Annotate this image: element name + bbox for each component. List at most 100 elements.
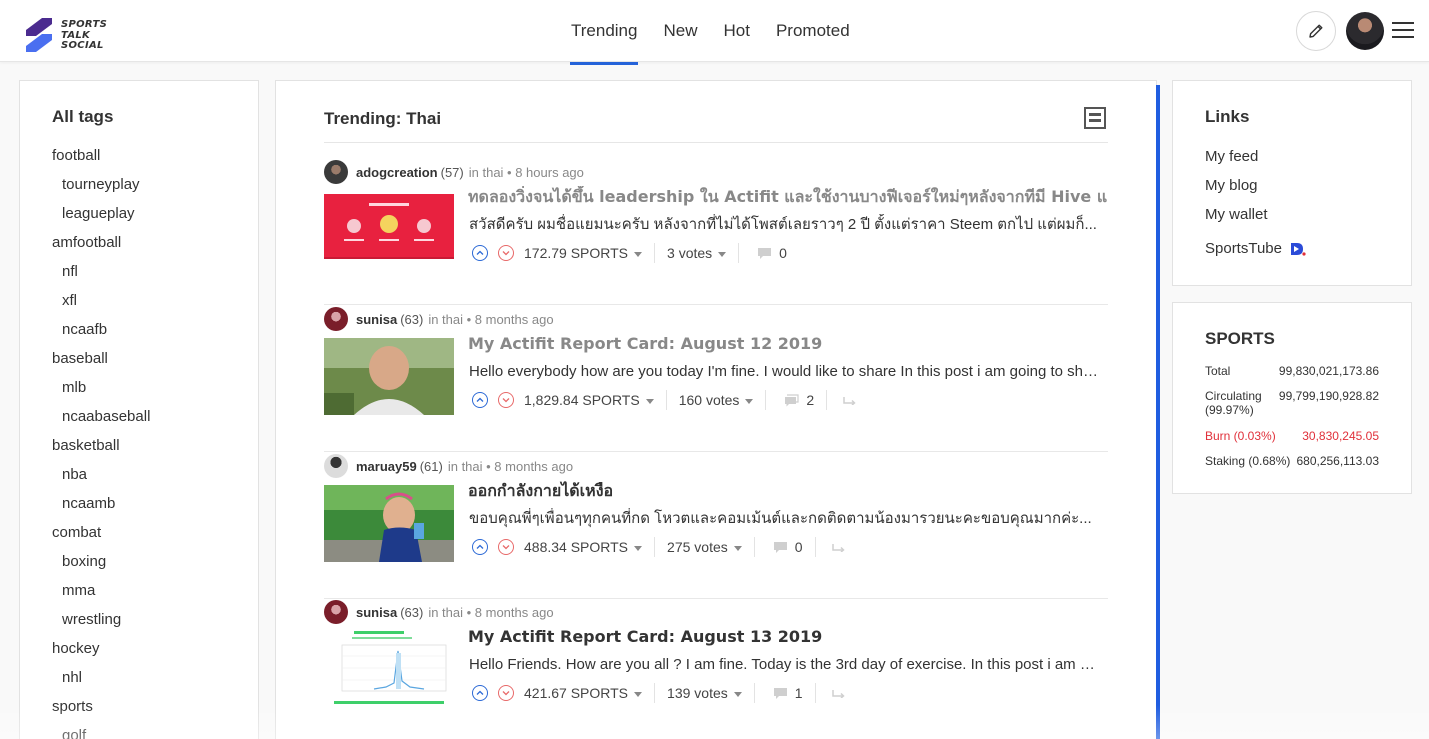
post-title[interactable]: ออกกำลังกายได้เหงือ xyxy=(468,480,1108,502)
tab-new[interactable]: New xyxy=(650,0,710,62)
downvote-button[interactable] xyxy=(498,685,514,701)
comments-count: 0 xyxy=(779,245,787,261)
link-my-wallet[interactable]: My wallet xyxy=(1205,200,1306,229)
tag-baseball[interactable]: baseball xyxy=(52,344,252,373)
caret-down-icon xyxy=(645,398,654,404)
tag-combat[interactable]: combat xyxy=(52,518,252,547)
upvote-button[interactable] xyxy=(472,245,488,261)
tab-trending[interactable]: Trending xyxy=(558,0,650,65)
reblog-button[interactable] xyxy=(843,392,857,408)
author-name[interactable]: maruay59 xyxy=(356,459,417,474)
votes-count: 3 votes xyxy=(667,245,713,261)
votes-dropdown[interactable]: 275 votes xyxy=(667,539,742,555)
tag-mma[interactable]: mma xyxy=(52,576,252,605)
downvote-button[interactable] xyxy=(498,245,514,261)
reblog-icon xyxy=(831,690,845,699)
author-avatar[interactable] xyxy=(324,454,348,478)
link-my-feed[interactable]: My feed xyxy=(1205,142,1306,171)
tag-amfootball[interactable]: amfootball xyxy=(52,228,252,257)
author-avatar[interactable] xyxy=(324,307,348,331)
post-meta[interactable]: in thai • 8 months ago xyxy=(448,459,573,474)
votes-dropdown[interactable]: 139 votes xyxy=(667,685,742,701)
sportstube-logo-icon xyxy=(1291,242,1306,256)
author-avatar[interactable] xyxy=(324,600,348,624)
post-thumbnail[interactable] xyxy=(324,631,454,708)
user-avatar[interactable] xyxy=(1346,12,1384,50)
comment-icon xyxy=(773,541,787,553)
post-header: adogcreation (57) in thai • 8 hours ago xyxy=(324,159,584,185)
thumbnail-activity-chart-image xyxy=(324,631,454,708)
tag-sports[interactable]: sports xyxy=(52,692,252,721)
tag-mlb[interactable]: mlb xyxy=(52,373,252,402)
post-meta[interactable]: in thai • 8 months ago xyxy=(428,312,553,327)
upvote-button[interactable] xyxy=(472,685,488,701)
post-thumbnail[interactable] xyxy=(324,191,454,268)
comments-link[interactable]: 0 xyxy=(773,539,803,555)
payout-dropdown[interactable]: 172.79 SPORTS xyxy=(524,245,643,261)
downvote-button[interactable] xyxy=(498,539,514,555)
site-logo[interactable]: SPORTS TALK SOCIAL xyxy=(22,16,122,54)
link-my-blog[interactable]: My blog xyxy=(1205,171,1306,200)
tag-ncaamb[interactable]: ncaamb xyxy=(52,489,252,518)
comments-count: 2 xyxy=(806,392,815,408)
hamburger-icon[interactable] xyxy=(1392,22,1414,40)
upvote-button[interactable] xyxy=(472,539,488,555)
post-header: sunisa (63) in thai • 8 months ago xyxy=(324,599,554,625)
payout-dropdown[interactable]: 488.34 SPORTS xyxy=(524,539,643,555)
payout-value: 172.79 SPORTS xyxy=(524,245,629,261)
tag-leagueplay[interactable]: leagueplay xyxy=(52,199,252,228)
comments-count: 1 xyxy=(794,685,803,701)
tag-nfl[interactable]: nfl xyxy=(52,257,252,286)
post-summary[interactable]: สวัสดีครับ ผมชื่อแยมนะครับ หลังจากที่ไม่… xyxy=(469,214,1102,236)
caret-down-icon xyxy=(733,545,742,551)
votes-dropdown[interactable]: 160 votes xyxy=(679,392,754,408)
author-name[interactable]: sunisa xyxy=(356,605,397,620)
tag-hockey[interactable]: hockey xyxy=(52,634,252,663)
comments-link[interactable]: 0 xyxy=(757,245,787,261)
tag-xfl[interactable]: xfl xyxy=(52,286,252,315)
layout-toggle-icon[interactable] xyxy=(1084,107,1106,129)
author-avatar[interactable] xyxy=(324,160,348,184)
tab-promoted[interactable]: Promoted xyxy=(763,0,863,62)
comments-link[interactable]: 2 xyxy=(784,392,814,408)
author-name[interactable]: sunisa xyxy=(356,312,397,327)
chevron-up-icon xyxy=(476,397,484,402)
post-title[interactable]: My Actifit Report Card: August 12 2019 xyxy=(468,333,1108,355)
tab-hot[interactable]: Hot xyxy=(710,0,762,62)
votes-dropdown[interactable]: 3 votes xyxy=(667,245,727,261)
post-summary[interactable]: Hello everybody how are you today I'm fi… xyxy=(469,361,1102,383)
author-name[interactable]: adogcreation xyxy=(356,165,438,180)
reblog-button[interactable] xyxy=(831,685,846,701)
tag-nba[interactable]: nba xyxy=(52,460,252,489)
reblog-button[interactable] xyxy=(831,539,846,555)
author-reputation: (63) xyxy=(400,604,424,620)
tag-tourneyplay[interactable]: tourneyplay xyxy=(52,170,252,199)
post-thumbnail[interactable] xyxy=(324,485,454,562)
tag-football[interactable]: football xyxy=(52,141,252,170)
post-meta[interactable]: in thai • 8 months ago xyxy=(428,605,553,620)
post-summary[interactable]: ขอบคุณพี่ๆเพื่อนๆทุกคนที่กด โหวตและคอมเม… xyxy=(469,508,1102,530)
comments-link[interactable]: 1 xyxy=(773,685,803,701)
upvote-button[interactable] xyxy=(472,392,488,408)
post-thumbnail[interactable] xyxy=(324,338,454,415)
stat-row-circulating: Circulating (99.97%) 99,799,190,928.82 xyxy=(1205,389,1385,429)
post-header: sunisa (63) in thai • 8 months ago xyxy=(324,306,554,332)
tag-ncaabaseball[interactable]: ncaabaseball xyxy=(52,402,252,431)
tag-nhl[interactable]: nhl xyxy=(52,663,252,692)
payout-dropdown[interactable]: 1,829.84 SPORTS xyxy=(524,392,654,408)
tag-basketball[interactable]: basketball xyxy=(52,431,252,460)
payout-dropdown[interactable]: 421.67 SPORTS xyxy=(524,685,643,701)
compose-button[interactable] xyxy=(1296,11,1336,51)
tag-boxing[interactable]: boxing xyxy=(52,547,252,576)
divider xyxy=(324,142,1108,143)
tag-ncaafb[interactable]: ncaafb xyxy=(52,315,252,344)
post-title[interactable]: My Actifit Report Card: August 13 2019 xyxy=(468,626,1108,648)
post-meta[interactable]: in thai • 8 hours ago xyxy=(469,165,584,180)
downvote-button[interactable] xyxy=(498,392,514,408)
tag-golf[interactable]: golf xyxy=(52,721,252,739)
divider xyxy=(826,390,828,410)
post-title[interactable]: ทดลองวิ่งจนได้ขึ้น leadership ใน Actifit… xyxy=(468,186,1108,208)
link-sportstube[interactable]: SportsTube xyxy=(1205,234,1306,263)
post-summary[interactable]: Hello Friends. How are you all ? I am fi… xyxy=(469,654,1102,676)
tag-wrestling[interactable]: wrestling xyxy=(52,605,252,634)
